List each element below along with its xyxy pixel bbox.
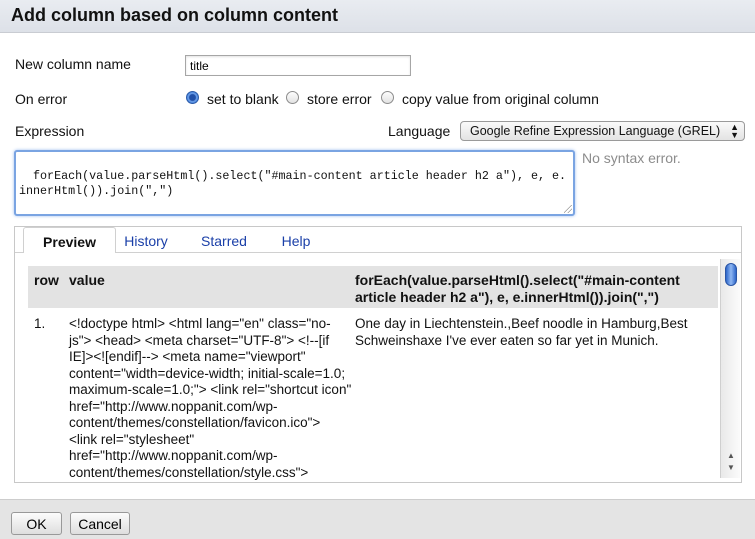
- row-result: One day in Liechtenstein.,Beef noodle in…: [355, 316, 688, 348]
- radio-store-error-label[interactable]: store error: [307, 91, 372, 107]
- row-value: <!doctype html> <html lang="en" class="n…: [69, 316, 352, 480]
- tab-preview[interactable]: Preview: [23, 227, 116, 253]
- select-arrows-icon: ▲ ▼: [730, 122, 739, 140]
- scrollbar-thumb[interactable]: [725, 263, 737, 286]
- table-header: row value forEach(value.parseHtml().sele…: [28, 266, 718, 308]
- radio-set-to-blank[interactable]: [186, 91, 199, 104]
- ok-button[interactable]: OK: [11, 512, 62, 535]
- preview-scrollbar[interactable]: ▲ ▼: [720, 259, 740, 478]
- new-column-name-input[interactable]: [185, 55, 411, 76]
- tab-starred[interactable]: Starred: [191, 227, 257, 253]
- radio-store-error[interactable]: [286, 91, 299, 104]
- cancel-button[interactable]: Cancel: [70, 512, 130, 535]
- tabs-panel: Preview History Starred Help row value f…: [14, 226, 742, 483]
- tab-help[interactable]: Help: [273, 227, 319, 253]
- column-header-value: value: [69, 272, 105, 288]
- language-select[interactable]: Google Refine Expression Language (GREL)…: [460, 121, 745, 141]
- resize-grip-icon[interactable]: [564, 205, 572, 213]
- scroll-down-icon[interactable]: ▼: [727, 463, 735, 472]
- on-error-label: On error: [15, 91, 68, 107]
- dialog-title: Add column based on column content: [11, 5, 339, 25]
- dialog-titlebar: Add column based on column content: [0, 0, 755, 33]
- new-column-name-label: New column name: [15, 56, 131, 72]
- preview-table: row value forEach(value.parseHtml().sele…: [28, 266, 718, 482]
- syntax-status: No syntax error.: [582, 150, 681, 166]
- language-label: Language: [388, 123, 451, 139]
- scroll-up-icon[interactable]: ▲: [727, 451, 735, 460]
- expression-text: forEach(value.parseHtml().select("#main-…: [19, 169, 567, 198]
- radio-copy-value-label[interactable]: copy value from original column: [402, 91, 599, 107]
- radio-copy-value[interactable]: [381, 91, 394, 104]
- tab-history[interactable]: History: [116, 227, 176, 253]
- row-number: 1.: [34, 316, 46, 331]
- expression-textarea[interactable]: forEach(value.parseHtml().select("#main-…: [14, 150, 575, 216]
- radio-set-to-blank-label[interactable]: set to blank: [207, 91, 279, 107]
- column-header-row: row: [34, 272, 59, 288]
- column-header-expression: forEach(value.parseHtml().select("#main-…: [355, 272, 680, 305]
- language-select-value: Google Refine Expression Language (GREL): [470, 124, 721, 138]
- expression-label: Expression: [15, 123, 85, 139]
